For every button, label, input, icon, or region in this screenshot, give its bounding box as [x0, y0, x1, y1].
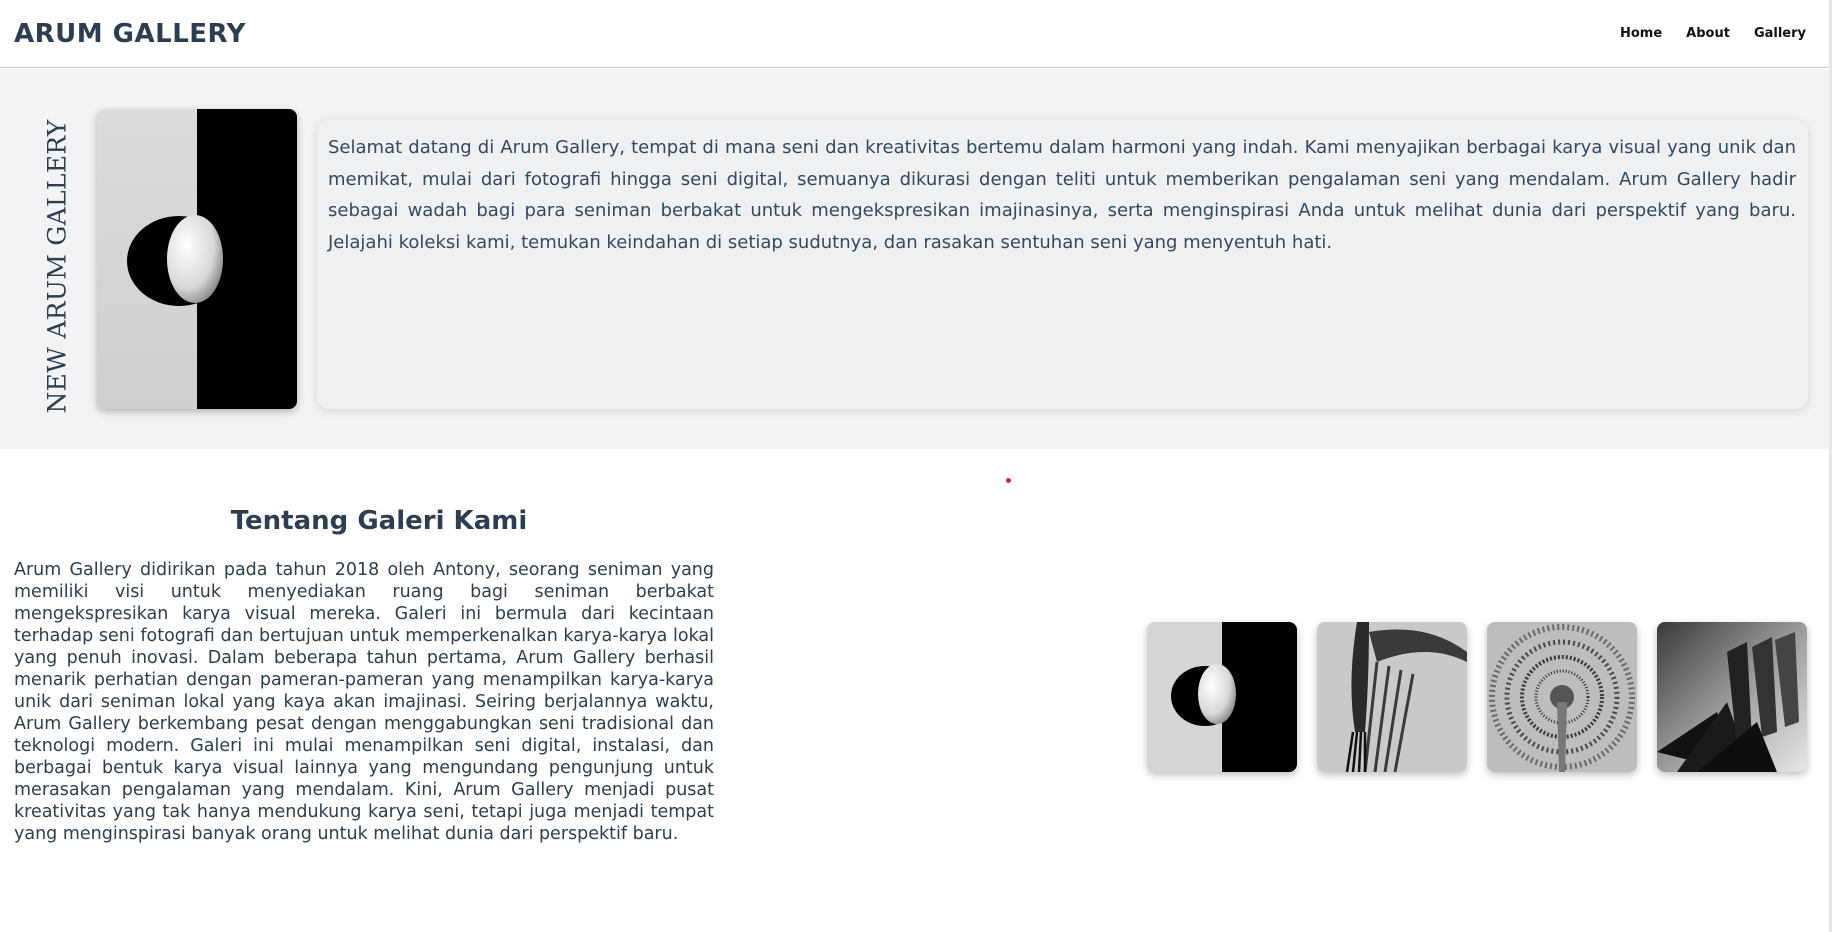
- forks-shadow-thumb-icon: [1657, 622, 1807, 772]
- site-header: ARUM GALLERY Home About Gallery: [0, 0, 1832, 68]
- about-text: Arum Gallery didirikan pada tahun 2018 o…: [14, 560, 714, 844]
- hero-egg-photo: [97, 109, 297, 409]
- gallery-thumbnails: [1147, 622, 1807, 772]
- about-title: Tentang Galeri Kami: [230, 506, 528, 536]
- nav-about-link[interactable]: About: [1686, 26, 1730, 41]
- red-dot-marker: [1006, 478, 1011, 483]
- book-tunnel-thumb-icon: [1487, 622, 1637, 772]
- nav-gallery-link[interactable]: Gallery: [1754, 26, 1806, 41]
- hero-intro-card: Selamat datang di Arum Gallery, tempat d…: [317, 120, 1808, 409]
- fork-harp-thumb-icon: [1317, 622, 1467, 772]
- egg-thumb-icon: [1147, 622, 1297, 772]
- thumbnail-forks-shadow[interactable]: [1657, 622, 1807, 772]
- hero-intro-text: Selamat datang di Arum Gallery, tempat d…: [328, 137, 1796, 253]
- thumbnail-book-tunnel[interactable]: [1487, 622, 1637, 772]
- brand-logo-text[interactable]: ARUM GALLERY: [14, 19, 246, 49]
- hero-vertical-title-text: NEW ARUM GALLERY: [42, 119, 72, 414]
- thumbnail-fork-harp[interactable]: [1317, 622, 1467, 772]
- main-nav: Home About Gallery: [1620, 26, 1806, 41]
- hero-vertical-title: NEW ARUM GALLERY: [40, 119, 74, 413]
- nav-home-link[interactable]: Home: [1620, 26, 1662, 41]
- egg-photo-graphic: [97, 109, 297, 409]
- thumbnail-egg[interactable]: [1147, 622, 1297, 772]
